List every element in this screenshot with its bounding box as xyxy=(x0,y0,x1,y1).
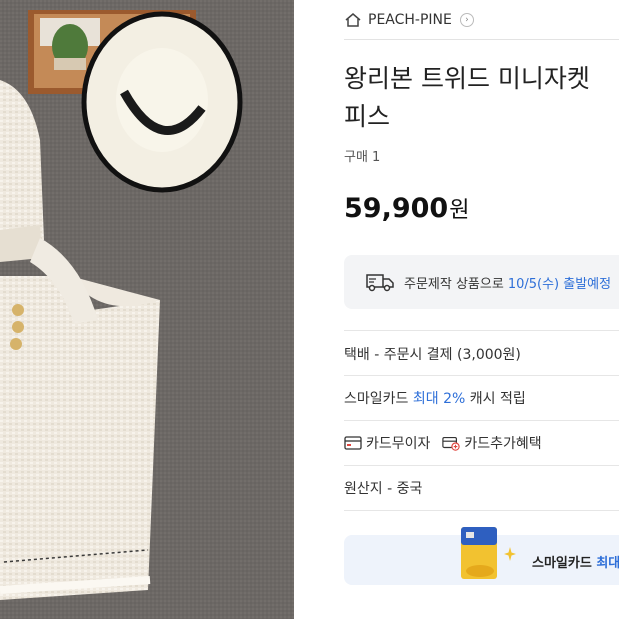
product-title-line1: 왕리본 트위드 미니자켓 xyxy=(344,64,590,93)
truck-icon xyxy=(366,274,394,292)
chevron-right-icon[interactable]: › xyxy=(459,13,474,27)
product-photo-illustration xyxy=(0,0,294,619)
product-title: 왕리본 트위드 미니자켓 피스 xyxy=(344,60,619,136)
card-extra-benefit-button[interactable]: 카드추가혜택 xyxy=(442,433,542,453)
divider xyxy=(344,330,619,331)
smile-card-banner[interactable]: 스마일카드 최대 xyxy=(344,527,619,585)
smile-card-benefit[interactable]: 스마일카드 최대 2% 캐시 적립 xyxy=(344,388,526,408)
shipping-notice: 주문제작 상품으로 10/5(수) 출발예정 xyxy=(344,255,619,309)
divider xyxy=(344,465,619,466)
origin: 원산지 - 중국 xyxy=(344,481,423,497)
home-icon xyxy=(345,13,361,27)
smile-card-label: 스마일카드 xyxy=(344,391,409,407)
product-info-panel: PEACH-PINE › 왕리본 트위드 미니자켓 피스 구매 1 59,900… xyxy=(344,0,619,619)
divider xyxy=(344,420,619,421)
sparkle-icon xyxy=(504,547,516,561)
divider xyxy=(344,375,619,376)
smile-card-rate: 최대 2% xyxy=(412,391,466,407)
product-photo[interactable] xyxy=(0,0,294,619)
banner-highlight: 최대 xyxy=(596,556,619,571)
shop-link[interactable]: PEACH-PINE › xyxy=(344,8,474,32)
notice-text: 주문제작 상품으로 xyxy=(404,276,504,292)
card-benefits: 카드무이자 카드추가혜택 xyxy=(344,433,554,453)
card-interest-free-button[interactable]: 카드무이자 xyxy=(344,433,430,453)
purchase-count: 구매 1 xyxy=(344,150,381,165)
smile-card-image xyxy=(461,527,497,579)
shipping-fee: 택배 - 주문시 결제 (3,000원) xyxy=(344,347,521,363)
credit-card-icon xyxy=(344,436,362,450)
price-unit: 원 xyxy=(449,198,470,223)
card-plus-icon xyxy=(442,437,461,451)
notice-date: 10/5(수) 출발예정 xyxy=(507,276,612,292)
card-interest-free-label: 카드무이자 xyxy=(366,436,431,452)
card-extra-benefit-label: 카드추가혜택 xyxy=(464,436,542,452)
product-title-line2: 피스 xyxy=(344,102,391,131)
price-value: 59,900 xyxy=(344,193,449,224)
divider xyxy=(344,39,619,40)
banner-text: 스마일카드 최대 xyxy=(532,552,619,571)
smile-card-suffix: 캐시 적립 xyxy=(469,391,526,407)
shop-name[interactable]: PEACH-PINE xyxy=(368,12,452,28)
divider xyxy=(344,510,619,511)
banner-label: 스마일카드 xyxy=(532,556,592,571)
price: 59,900 원 xyxy=(344,192,469,224)
